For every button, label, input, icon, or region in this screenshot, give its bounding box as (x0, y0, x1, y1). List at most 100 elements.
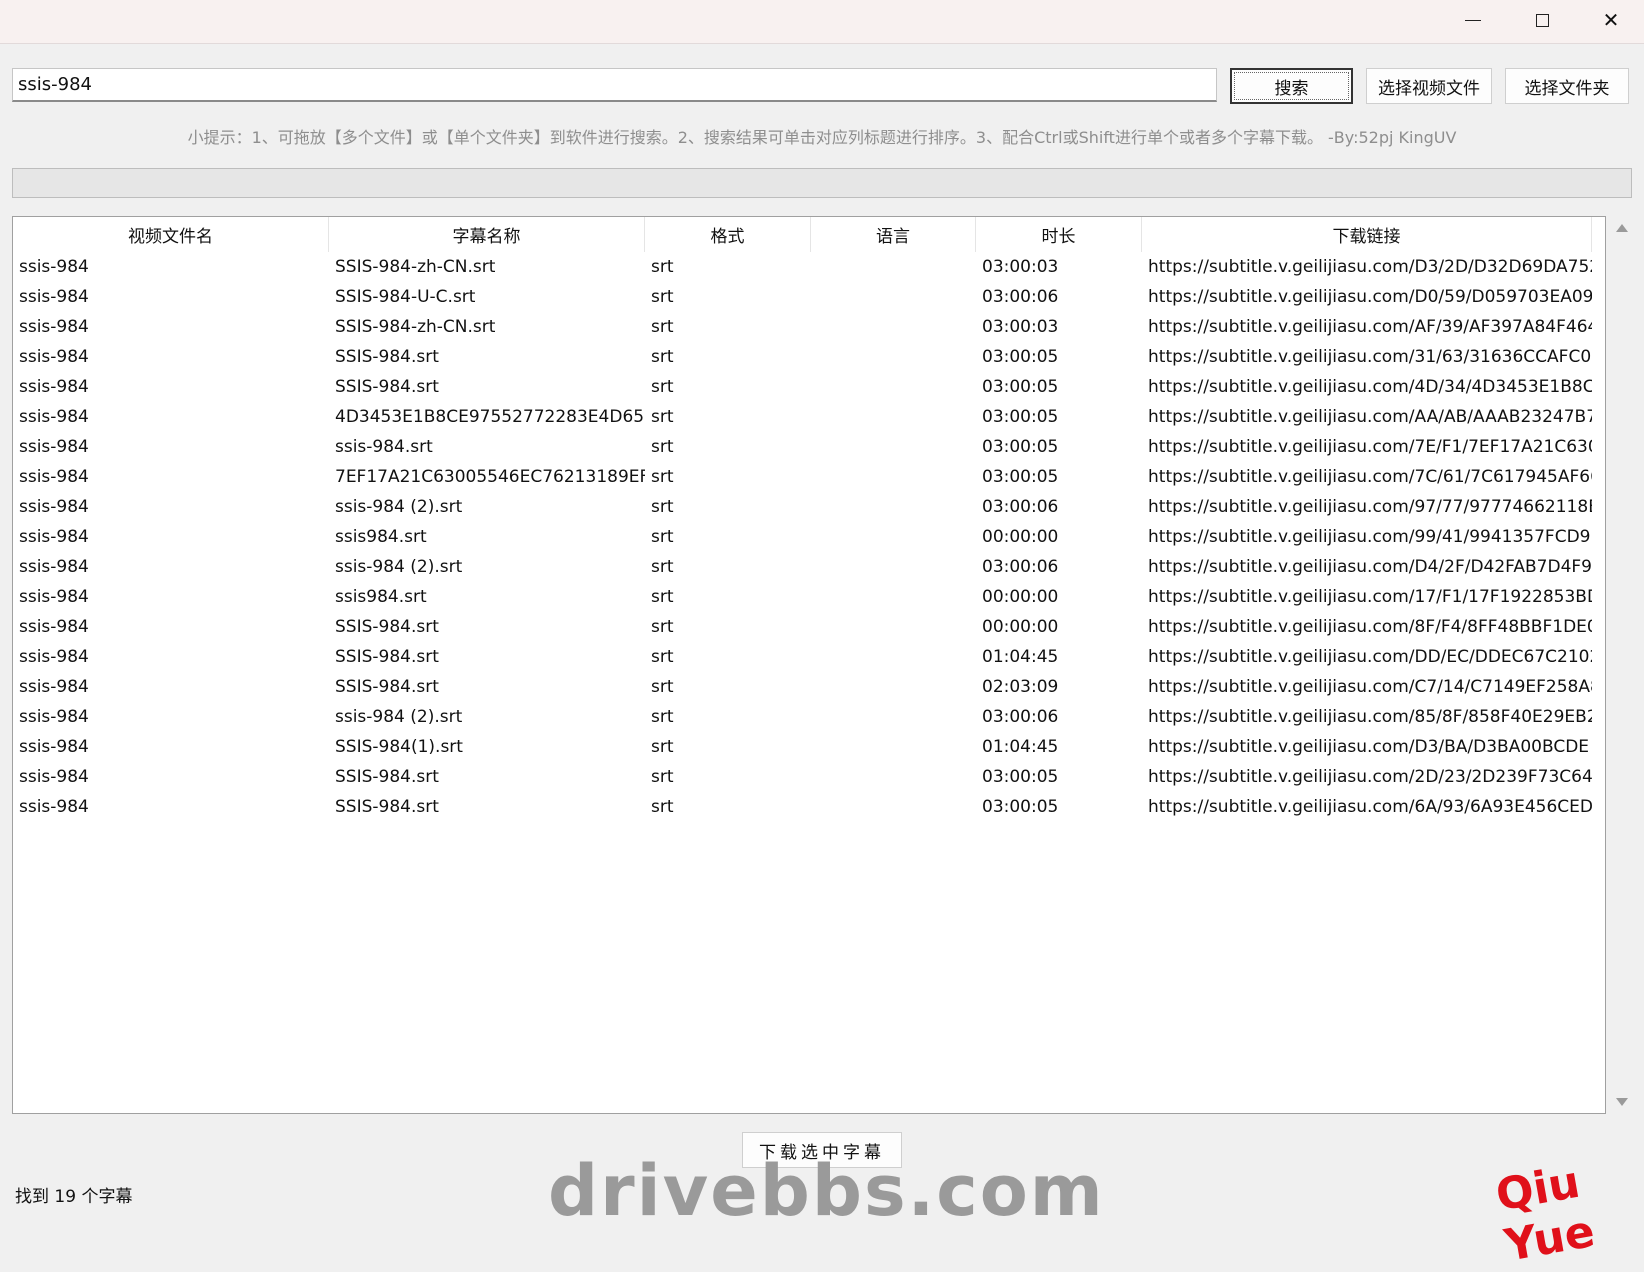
progress-bar (12, 168, 1632, 198)
column-header-language[interactable]: 语言 (811, 217, 976, 252)
watermark-signature: Qiu Yue (1492, 1156, 1599, 1272)
cell-language (811, 342, 976, 372)
cell-download-link: https://subtitle.v.geilijiasu.com/8F/F4/… (1148, 617, 1592, 637)
table-row[interactable]: ssis-984 7EF17A21C63005546EC76213189EF srt… (13, 462, 1605, 492)
close-button[interactable]: ✕ (1576, 0, 1644, 40)
cell-subtitle-name: ssis-984 (2).srt (335, 497, 463, 517)
cell-format: srt (651, 377, 674, 397)
cell-duration: 03:00:06 (982, 287, 1059, 307)
table-row[interactable]: ssis-984 ssis984.srt srt 00:00:00 https://su… (13, 522, 1605, 552)
cell-duration: 01:04:45 (982, 647, 1059, 667)
cell-duration: 03:00:05 (982, 467, 1059, 487)
table-row[interactable]: ssis-984 SSIS-984-U-C.srt srt 03:00:06 https… (13, 282, 1605, 312)
cell-duration: 03:00:06 (982, 707, 1059, 727)
table-row[interactable]: ssis-984 SSIS-984-zh-CN.srt srt 03:00:03 htt… (13, 312, 1605, 342)
cell-subtitle-name: SSIS-984.srt (335, 617, 439, 637)
cell-download-link: https://subtitle.v.geilijiasu.com/C7/14/… (1148, 677, 1592, 697)
cell-subtitle-name: SSIS-984(1).srt (335, 737, 463, 757)
table-row[interactable]: ssis-984 ssis-984 (2).srt srt 03:00:06 https… (13, 492, 1605, 522)
table-row[interactable]: ssis-984 ssis-984 (2).srt srt 03:00:06 https… (13, 552, 1605, 582)
cell-language (811, 462, 976, 492)
column-header-format[interactable]: 格式 (645, 217, 811, 252)
cell-format: srt (651, 467, 674, 487)
table-row[interactable]: ssis-984 SSIS-984.srt srt 03:00:05 https://s… (13, 792, 1605, 822)
cell-format: srt (651, 647, 674, 667)
close-icon: ✕ (1602, 8, 1620, 32)
column-header-subtitle-name[interactable]: 字幕名称 (329, 217, 645, 252)
table-row[interactable]: ssis-984 SSIS-984.srt srt 02:03:09 https://s… (13, 672, 1605, 702)
table-row[interactable]: ssis-984 SSIS-984.srt srt 03:00:05 https://s… (13, 342, 1605, 372)
cell-format: srt (651, 707, 674, 727)
table-row[interactable]: ssis-984 SSIS-984.srt srt 00:00:00 https://s… (13, 612, 1605, 642)
cell-subtitle-name: SSIS-984-zh-CN.srt (335, 257, 496, 277)
table-row[interactable]: ssis-984 4D3453E1B8CE97552772283E4D65 srt 0… (13, 402, 1605, 432)
column-header-duration[interactable]: 时长 (976, 217, 1142, 252)
cell-video-file: ssis-984 (19, 527, 89, 547)
cell-download-link: https://subtitle.v.geilijiasu.com/6A/93/… (1148, 797, 1592, 817)
cell-language (811, 492, 976, 522)
minimize-button[interactable] (1438, 0, 1508, 40)
cell-subtitle-name: 7EF17A21C63005546EC76213189EF (335, 467, 645, 487)
cell-video-file: ssis-984 (19, 617, 89, 637)
cell-video-file: ssis-984 (19, 767, 89, 787)
search-button[interactable]: 搜索 (1230, 68, 1353, 104)
cell-duration: 03:00:05 (982, 437, 1059, 457)
cell-subtitle-name: ssis-984 (2).srt (335, 557, 463, 577)
cell-subtitle-name: SSIS-984.srt (335, 677, 439, 697)
table-row[interactable]: ssis-984 SSIS-984.srt srt 01:04:45 https://s… (13, 642, 1605, 672)
table-row[interactable]: ssis-984 SSIS-984(1).srt srt 01:04:45 https:… (13, 732, 1605, 762)
cell-language (811, 642, 976, 672)
cell-format: srt (651, 287, 674, 307)
select-video-file-button[interactable]: 选择视频文件 (1366, 68, 1492, 104)
title-bar: ✕ (0, 0, 1644, 44)
select-folder-button[interactable]: 选择文件夹 (1505, 68, 1629, 104)
cell-format: srt (651, 257, 674, 277)
cell-video-file: ssis-984 (19, 677, 89, 697)
cell-video-file: ssis-984 (19, 797, 89, 817)
cell-language (811, 372, 976, 402)
cell-duration: 00:00:00 (982, 527, 1059, 547)
scroll-up-arrow-icon[interactable] (1616, 224, 1628, 232)
cell-video-file: ssis-984 (19, 587, 89, 607)
cell-language (811, 552, 976, 582)
cell-video-file: ssis-984 (19, 407, 89, 427)
table-row[interactable]: ssis-984 SSIS-984-zh-CN.srt srt 03:00:03 htt… (13, 252, 1605, 282)
vertical-scrollbar[interactable] (1608, 216, 1638, 1114)
table-row[interactable]: ssis-984 ssis-984 (2).srt srt 03:00:06 https… (13, 702, 1605, 732)
cell-format: srt (651, 437, 674, 457)
table-row[interactable]: ssis-984 SSIS-984.srt srt 03:00:05 https://s… (13, 762, 1605, 792)
cell-download-link: https://subtitle.v.geilijiasu.com/D3/2D/… (1148, 257, 1592, 277)
cell-format: srt (651, 407, 674, 427)
cell-format: srt (651, 767, 674, 787)
column-header-download-link[interactable]: 下载链接 (1142, 217, 1592, 252)
cell-duration: 03:00:06 (982, 557, 1059, 577)
search-input[interactable] (12, 68, 1217, 102)
cell-format: srt (651, 677, 674, 697)
cell-download-link: https://subtitle.v.geilijiasu.com/7C/61/… (1148, 467, 1592, 487)
table-body: ssis-984 SSIS-984-zh-CN.srt srt 03:00:03 htt… (13, 252, 1605, 822)
cell-download-link: https://subtitle.v.geilijiasu.com/7E/F1/… (1148, 437, 1592, 457)
table-row[interactable]: ssis-984 SSIS-984.srt srt 03:00:05 https://s… (13, 372, 1605, 402)
table-row[interactable]: ssis-984 ssis984.srt srt 00:00:00 https://su… (13, 582, 1605, 612)
cell-subtitle-name: SSIS-984.srt (335, 647, 439, 667)
cell-language (811, 282, 976, 312)
cell-subtitle-name: SSIS-984-U-C.srt (335, 287, 476, 307)
cell-subtitle-name: SSIS-984-zh-CN.srt (335, 317, 496, 337)
cell-video-file: ssis-984 (19, 377, 89, 397)
cell-duration: 01:04:45 (982, 737, 1059, 757)
scroll-down-arrow-icon[interactable] (1616, 1098, 1628, 1106)
cell-language (811, 732, 976, 762)
cell-language (811, 312, 976, 342)
cell-language (811, 522, 976, 552)
cell-video-file: ssis-984 (19, 737, 89, 757)
table-row[interactable]: ssis-984 ssis-984.srt srt 03:00:05 https://s… (13, 432, 1605, 462)
cell-subtitle-name: SSIS-984.srt (335, 797, 439, 817)
cell-language (811, 612, 976, 642)
cell-format: srt (651, 617, 674, 637)
column-header-video-file[interactable]: 视频文件名 (13, 217, 329, 252)
maximize-button[interactable] (1507, 0, 1577, 40)
results-table[interactable]: 视频文件名 字幕名称 格式 语言 时长 下载链接 ssis-984 SSIS-98… (12, 216, 1606, 1114)
cell-video-file: ssis-984 (19, 437, 89, 457)
cell-format: srt (651, 527, 674, 547)
hint-text: 小提示：1、可拖放【多个文件】或【单个文件夹】到软件进行搜索。2、搜索结果可单击… (187, 128, 1457, 147)
